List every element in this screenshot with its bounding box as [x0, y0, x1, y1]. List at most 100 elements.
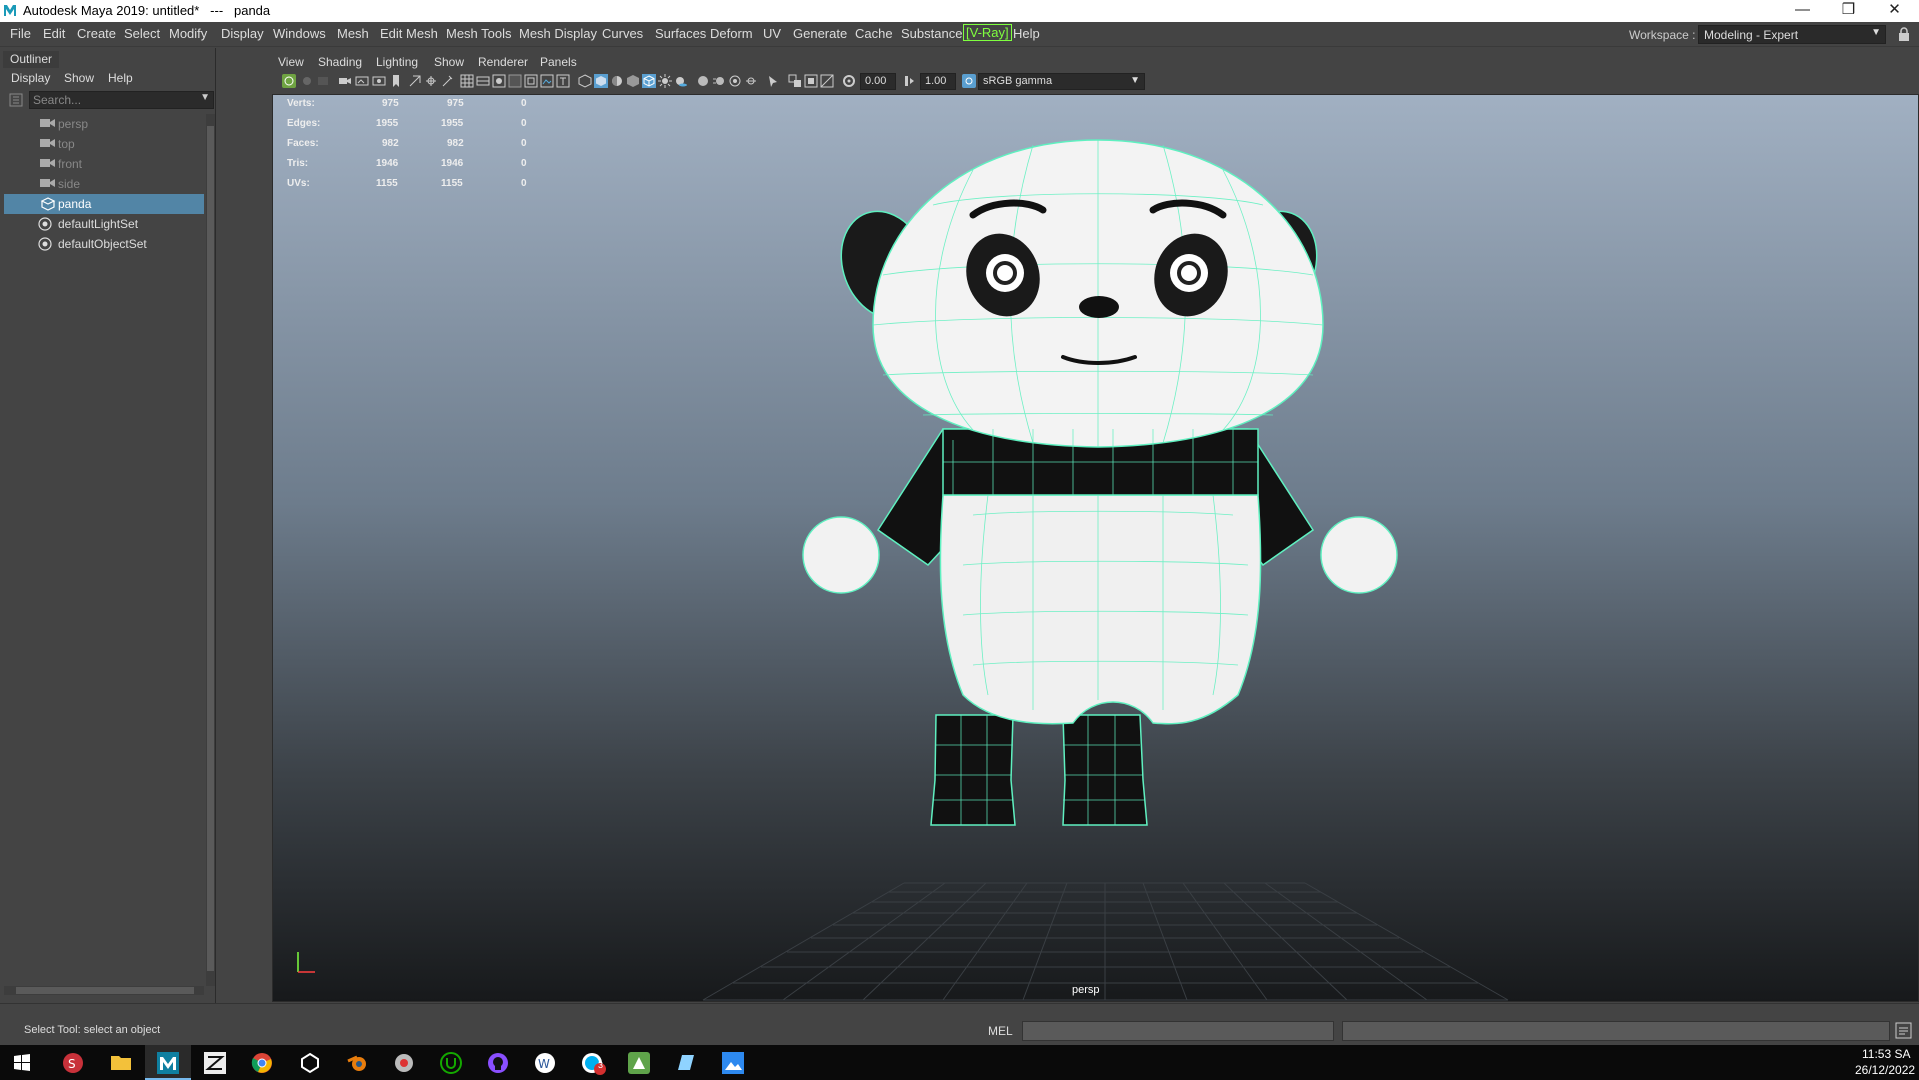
- panel-menu-shading[interactable]: Shading: [318, 55, 362, 69]
- taskbar-marmoset[interactable]: [381, 1045, 427, 1080]
- isolate-view-icon[interactable]: [766, 74, 780, 88]
- outliner-item-front[interactable]: front: [4, 154, 204, 174]
- xray-joints-icon[interactable]: [788, 74, 802, 88]
- taskbar-github[interactable]: [475, 1045, 521, 1080]
- default-material-icon[interactable]: [610, 74, 624, 88]
- panel-menu-view[interactable]: View: [278, 55, 304, 69]
- workspace-dropdown[interactable]: Modeling - Expert ▼: [1698, 25, 1886, 44]
- depth-of-field-icon[interactable]: [744, 74, 758, 88]
- outliner-menu-display[interactable]: Display: [11, 71, 50, 85]
- exposure-field[interactable]: 0.00: [860, 73, 896, 90]
- scrollbar-thumb[interactable]: [16, 987, 194, 994]
- menu-file[interactable]: File: [10, 26, 31, 41]
- outliner-item-top[interactable]: top: [4, 134, 204, 154]
- grease-pencil-icon[interactable]: [389, 74, 403, 88]
- menu-edit[interactable]: Edit: [43, 26, 65, 41]
- ambient-occlusion-icon[interactable]: [696, 74, 710, 88]
- menu-curves[interactable]: Curves: [602, 26, 643, 41]
- gamma-icon[interactable]: [902, 74, 916, 88]
- textured-icon[interactable]: [556, 74, 570, 88]
- taskbar-chrome[interactable]: [239, 1045, 285, 1080]
- resolution-gate-icon[interactable]: [440, 74, 454, 88]
- xray-icon[interactable]: [626, 74, 640, 88]
- outliner-item-defaultlightset[interactable]: defaultLightSet: [4, 214, 204, 234]
- taskbar-unity[interactable]: [287, 1045, 333, 1080]
- menu-uv[interactable]: UV: [763, 26, 781, 41]
- start-button[interactable]: [0, 1045, 46, 1080]
- menu-surfaces[interactable]: Surfaces: [655, 26, 706, 41]
- outliner-menu-help[interactable]: Help: [108, 71, 133, 85]
- taskbar-skype[interactable]: 3: [569, 1045, 615, 1080]
- script-editor-icon[interactable]: [1895, 1022, 1912, 1039]
- search-filter-icon[interactable]: [9, 93, 23, 107]
- lights-icon[interactable]: [658, 74, 672, 88]
- menu-create[interactable]: Create: [77, 26, 116, 41]
- taskbar-maya[interactable]: [145, 1045, 191, 1080]
- wireframe-shading-icon[interactable]: [578, 74, 592, 88]
- menu-mesh[interactable]: Mesh: [337, 26, 369, 41]
- taskbar-blender[interactable]: [334, 1045, 380, 1080]
- mel-language-toggle[interactable]: MEL: [988, 1024, 1013, 1038]
- clock-date[interactable]: 26/12/2022: [1855, 1063, 1915, 1077]
- camera-attributes-icon[interactable]: [316, 74, 330, 88]
- grid-toggle-icon[interactable]: [408, 74, 422, 88]
- taskbar-photos[interactable]: [710, 1045, 756, 1080]
- field-chart-icon[interactable]: [476, 74, 490, 88]
- wireframe-grid-icon[interactable]: [460, 74, 474, 88]
- outliner-search-input[interactable]: Search... ▼: [29, 91, 214, 109]
- gamma-field[interactable]: 1.00: [920, 73, 956, 90]
- scrollbar-thumb[interactable]: [207, 126, 214, 971]
- panel-menu-panels[interactable]: Panels: [540, 55, 577, 69]
- panel-menu-renderer[interactable]: Renderer: [478, 55, 528, 69]
- perspective-viewport[interactable]: Verts: 975 975 0 Edges: 1955 1955 0 Face…: [272, 94, 1919, 1002]
- menu-select[interactable]: Select: [124, 26, 160, 41]
- menu-windows[interactable]: Windows: [273, 26, 326, 41]
- 2d-pan-zoom-icon[interactable]: [372, 74, 386, 88]
- outliner-item-defaultobjectset[interactable]: defaultObjectSet: [4, 234, 204, 254]
- taskbar-file-explorer[interactable]: [98, 1045, 144, 1080]
- image-plane-icon[interactable]: [355, 74, 369, 88]
- isolate-select-icon[interactable]: [540, 74, 554, 88]
- lock-icon[interactable]: [1898, 27, 1910, 41]
- menu-vray[interactable]: [V-Ray]: [963, 24, 1012, 41]
- outliner-menu-show[interactable]: Show: [64, 71, 94, 85]
- restore-button[interactable]: ❒: [1826, 0, 1871, 22]
- outliner-horizontal-scrollbar[interactable]: [4, 986, 204, 995]
- menu-help[interactable]: Help: [1013, 26, 1040, 41]
- menu-display[interactable]: Display: [221, 26, 264, 41]
- menu-mesh-tools[interactable]: Mesh Tools: [446, 26, 512, 41]
- menu-edit-mesh[interactable]: Edit Mesh: [380, 26, 438, 41]
- menu-modify[interactable]: Modify: [169, 26, 207, 41]
- bookmark-camera-icon[interactable]: [338, 74, 352, 88]
- xray-active-icon[interactable]: [804, 74, 818, 88]
- anti-aliasing-icon[interactable]: [728, 74, 742, 88]
- taskbar-photoshop-express[interactable]: [616, 1045, 662, 1080]
- view-transform-icon[interactable]: [962, 74, 976, 88]
- panda-mesh[interactable]: [802, 139, 1398, 826]
- panel-menu-lighting[interactable]: Lighting: [376, 55, 418, 69]
- color-space-dropdown[interactable]: sRGB gamma ▼: [978, 73, 1145, 90]
- menu-mesh-display[interactable]: Mesh Display: [519, 26, 597, 41]
- safe-title-icon[interactable]: [508, 74, 522, 88]
- lock-camera-icon[interactable]: [300, 74, 314, 88]
- clock-time[interactable]: 11:53 SA: [1862, 1047, 1910, 1061]
- menu-cache[interactable]: Cache: [855, 26, 893, 41]
- menu-generate[interactable]: Generate: [793, 26, 847, 41]
- taskbar-substance-painter[interactable]: S: [50, 1045, 96, 1080]
- menu-deform[interactable]: Deform: [710, 26, 753, 41]
- safe-action-icon[interactable]: [492, 74, 506, 88]
- motion-blur-icon[interactable]: [712, 74, 726, 88]
- backface-culling-icon[interactable]: [820, 74, 834, 88]
- minimize-button[interactable]: —: [1780, 0, 1825, 22]
- outliner-tab[interactable]: Outliner: [3, 51, 60, 68]
- outliner-item-panda[interactable]: panda: [4, 194, 204, 214]
- taskbar-zbrush[interactable]: [192, 1045, 238, 1080]
- exposure-icon[interactable]: [842, 74, 856, 88]
- taskbar-upwork[interactable]: [428, 1045, 474, 1080]
- film-gate-icon[interactable]: [424, 74, 438, 88]
- panel-menu-show[interactable]: Show: [434, 55, 464, 69]
- outliner-item-persp[interactable]: persp: [4, 114, 204, 134]
- select-camera-icon[interactable]: [282, 74, 296, 88]
- menu-substance[interactable]: Substance: [901, 26, 962, 41]
- mel-command-input[interactable]: [1022, 1021, 1334, 1041]
